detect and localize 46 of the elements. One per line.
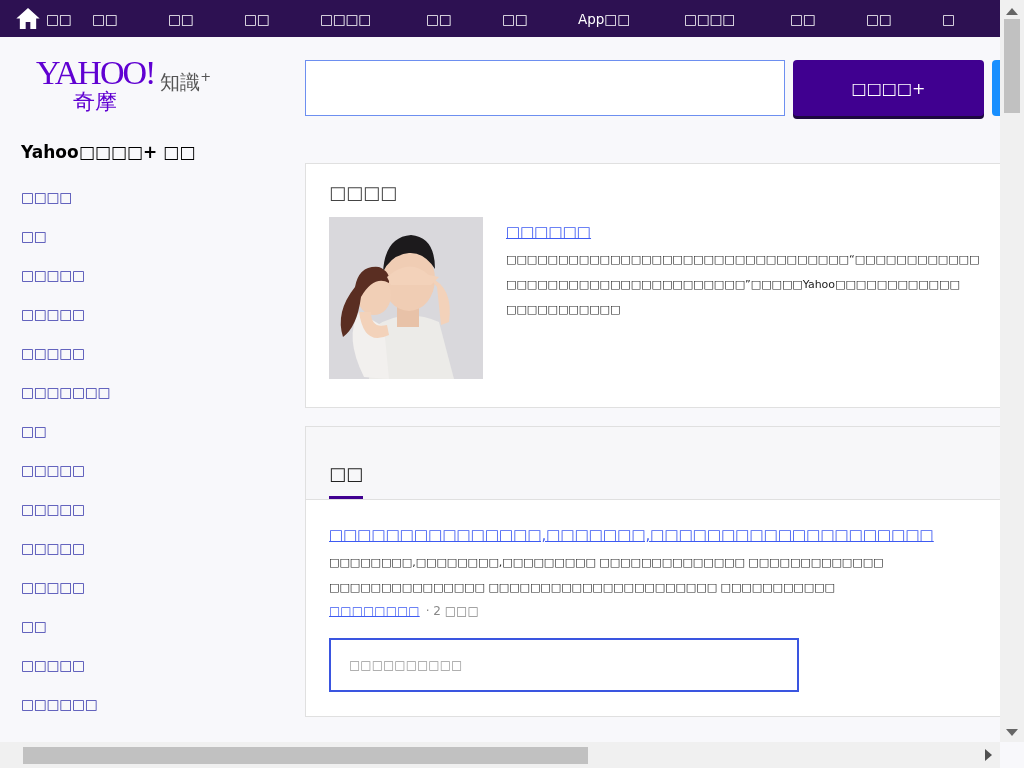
scroll-down-icon[interactable] <box>1006 729 1018 736</box>
featured-link[interactable]: □□□□□□ <box>506 217 592 247</box>
nav-link[interactable]: □□ <box>76 10 152 27</box>
yahoo-logo[interactable]: YAHOO! 奇摩 知識$^{+}$ <box>0 37 305 113</box>
search-button[interactable]: □□□□+ <box>793 60 984 116</box>
category-link[interactable]: □□□□□□□□ <box>329 604 420 618</box>
sidebar-item[interactable]: □□ <box>21 228 47 267</box>
nav-link[interactable]: □□ <box>410 10 486 27</box>
scroll-thumb[interactable] <box>23 746 588 764</box>
search-field[interactable] <box>305 60 785 116</box>
nav-link[interactable]: □□ <box>774 10 850 27</box>
sidebar-item[interactable]: □□□□ <box>21 189 73 228</box>
sidebar-item[interactable]: □□□□□□ <box>21 696 98 735</box>
nav-link[interactable]: □□ <box>850 10 926 27</box>
answer-field[interactable]: □□□□□□□□□□ <box>329 638 799 692</box>
nav-link[interactable]: □□ <box>0 8 76 29</box>
nav-link[interactable]: □ <box>926 10 1000 27</box>
horizontal-scrollbar[interactable] <box>0 742 1000 768</box>
sidebar-item[interactable]: □□□□□ <box>21 345 85 384</box>
nav-link[interactable]: □□ <box>228 10 304 27</box>
answer-count: · 2 □□□ <box>425 604 479 618</box>
sidebar-item[interactable]: □□□□□ <box>21 306 85 345</box>
sidebar-item[interactable]: □□□□□ <box>21 501 85 540</box>
sidebar-item[interactable]: □□□□□ <box>21 579 85 618</box>
sidebar-item[interactable]: □□□□□ <box>21 657 85 696</box>
nav-link[interactable]: □□□□ <box>304 10 410 27</box>
nav-link[interactable]: □□□□ <box>668 10 774 27</box>
question-text: □□□□□□□□,□□□□□□□□,□□□□□□□□□ □□□□□□□□□□□□□□ □□□□□□□□□□□□□ □□□□□□□□□□□□□□□ □□□□□□□□□□□□□□□□□□□□□□ □□□□□□□□□□□ <box>329 555 884 596</box>
sidebar-item[interactable]: □□ <box>21 618 47 657</box>
vertical-scrollbar[interactable] <box>1000 0 1024 742</box>
sidebar-item[interactable]: □□ <box>21 423 47 462</box>
nav-link[interactable]: □□ <box>486 10 562 27</box>
nav-link[interactable]: □□ <box>152 10 228 27</box>
featured-description: □□□□□□□□□□□□□□□□□□□□□□□□□□□□□□□□□“□□□□□□□□□□□□ □□□□□□□□□□□□□□□□□□□□□□□”□□□□□Yahoo□□□□□□□□□□□□ □□□□□□□□□□□ <box>506 252 980 318</box>
nav-link[interactable]: App□□ <box>562 10 668 27</box>
section-heading: □□□□ <box>329 182 399 203</box>
scroll-thumb[interactable] <box>1004 19 1020 113</box>
tab[interactable]: □□ <box>329 463 363 499</box>
sidebar-item[interactable]: □□□□□ <box>21 267 85 306</box>
question-link[interactable]: □□□□□□□□□□□□□□□,□□□□□□□,□□□□□□□□□□□□□□□□□□□□ <box>329 522 934 548</box>
sidebar-item[interactable]: □□□□□ <box>21 462 85 501</box>
sidebar-title: Yahoo□□□□+ □□ <box>21 142 196 162</box>
scroll-right-icon[interactable] <box>985 749 992 761</box>
sidebar-item[interactable]: □□□□□ <box>21 540 85 579</box>
sidebar-item[interactable]: □□□□□□□ <box>21 384 111 423</box>
home-icon <box>16 8 40 29</box>
